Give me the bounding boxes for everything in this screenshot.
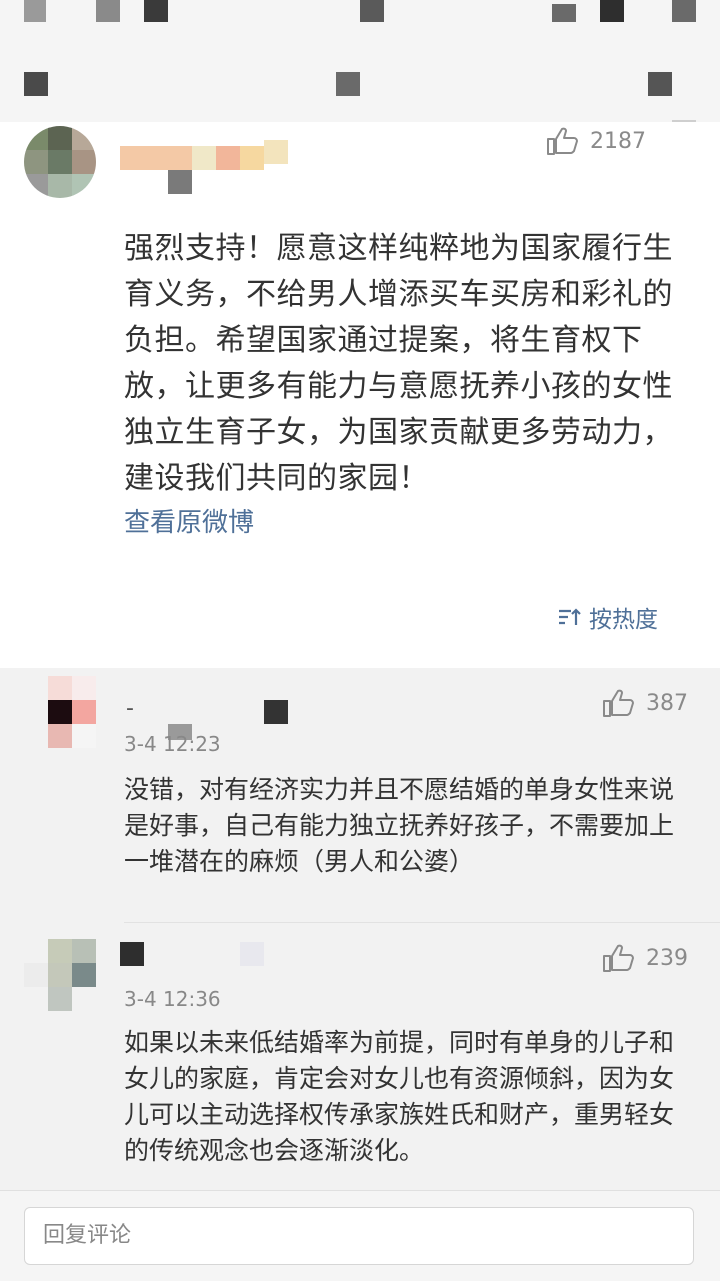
mosaic-block — [360, 0, 384, 22]
reply-text: 如果以未来低结婚率为前提，同时有单身的儿子和女儿的家庭，肯定会对女儿也有资源倾斜… — [124, 1028, 675, 1165]
time-blurred — [168, 170, 192, 194]
like-count: 239 — [646, 945, 688, 971]
reply-input[interactable]: 回复评论 — [24, 1207, 694, 1265]
reply-item: - 3-4 12:23 387 没错，对有经济实力并且不愿结婚的单身女性来说是好… — [0, 668, 720, 923]
sort-label: 按热度 — [589, 607, 658, 633]
like-count: 387 — [646, 690, 688, 716]
mosaic-block — [144, 0, 168, 22]
main-comment-card: 2187 强烈支持！愿意这样纯粹地为国家履行生育义务，不给男人增添买车买房和彩礼… — [0, 122, 720, 668]
mosaic-block — [336, 72, 360, 96]
reply-item: 3-4 12:36 239 如果以未来低结婚率为前提，同时有单身的儿子和女儿的家… — [0, 923, 720, 1190]
thumbs-up-icon — [603, 689, 634, 717]
username-blurred[interactable] — [120, 140, 296, 170]
mosaic-block — [96, 0, 120, 22]
mosaic-block — [24, 0, 46, 22]
reply-time: 3-4 12:23 — [124, 732, 221, 756]
avatar[interactable] — [48, 676, 96, 748]
like-count: 2187 — [590, 128, 646, 154]
reply-text: 没错，对有经济实力并且不愿结婚的单身女性来说是好事，自己有能力独立抚养好孩子，不… — [124, 775, 675, 876]
mosaic-block — [648, 72, 672, 96]
mosaic-block — [552, 4, 576, 22]
sort-by-hot-button[interactable]: 按热度 — [557, 600, 658, 634]
thumbs-up-icon — [603, 944, 634, 972]
username-blurred — [264, 700, 288, 724]
avatar[interactable] — [24, 939, 96, 1011]
username-blurred[interactable] — [120, 942, 144, 966]
like-button[interactable]: 2187 — [546, 126, 646, 156]
comment-text: 强烈支持！愿意这样纯粹地为国家履行生育义务，不给男人增添买车买房和彩礼的负担。希… — [124, 231, 673, 496]
mosaic-block — [24, 72, 48, 96]
bottom-reply-bar: 回复评论 — [0, 1190, 720, 1281]
mosaic-block — [600, 0, 624, 22]
top-header-blurred — [0, 0, 720, 142]
mosaic-block — [240, 942, 264, 966]
sort-icon — [559, 608, 581, 625]
mosaic-block — [672, 0, 696, 22]
avatar[interactable] — [24, 126, 96, 198]
view-original-link[interactable]: 查看原微博 — [124, 502, 254, 539]
like-button[interactable]: 239 — [602, 943, 688, 973]
reply-time: 3-4 12:36 — [124, 987, 221, 1011]
thumbs-up-icon — [547, 127, 578, 155]
like-button[interactable]: 387 — [602, 688, 688, 718]
username[interactable]: - — [126, 696, 134, 721]
